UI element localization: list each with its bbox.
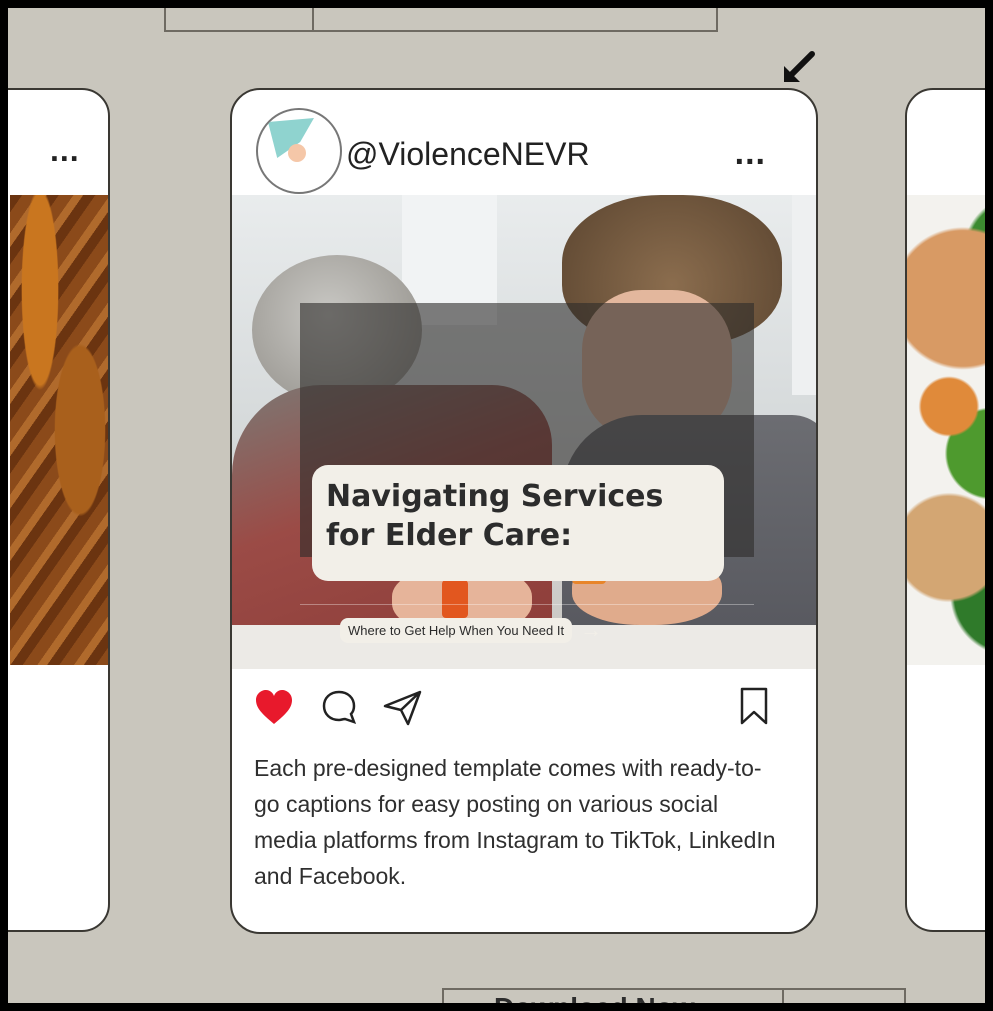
bookmark-icon[interactable]	[738, 686, 770, 726]
share-icon[interactable]	[382, 688, 424, 728]
carousel-frame: ... @ViolenceNEVR ... Navigating Service…	[8, 8, 985, 1003]
bread-image	[10, 195, 108, 665]
window	[792, 195, 816, 395]
more-dots-icon[interactable]: ...	[735, 134, 766, 173]
post-image: Navigating Services for Elder Care: Wher…	[232, 195, 816, 669]
post-actions	[232, 682, 816, 732]
tab-divider	[312, 8, 314, 30]
comment-icon[interactable]	[320, 688, 358, 726]
download-bar[interactable]: Download Now	[442, 988, 906, 1003]
vegetables-image	[907, 195, 985, 665]
username[interactable]: @ViolenceNEVR	[346, 136, 590, 173]
post-header: @ViolenceNEVR ...	[232, 90, 816, 195]
top-tab-bar[interactable]	[164, 8, 718, 32]
avatar[interactable]	[256, 108, 342, 194]
arrow-right-icon: →	[580, 617, 603, 642]
overlay-divider	[300, 604, 754, 605]
pointer-arrow-icon	[784, 51, 815, 82]
previous-post-card[interactable]: ...	[8, 88, 110, 932]
subheadline-row: Where to Get Help When You Need It →	[340, 613, 602, 647]
post-subheadline: Where to Get Help When You Need It	[340, 617, 573, 643]
more-dots-icon[interactable]: ...	[50, 132, 80, 169]
download-divider	[782, 990, 784, 1003]
heart-icon[interactable]	[254, 688, 294, 726]
next-post-card[interactable]	[905, 88, 985, 932]
post-card: @ViolenceNEVR ... Navigating Services fo…	[230, 88, 818, 934]
post-caption: Each pre-designed template comes with re…	[254, 755, 776, 889]
avatar-face	[288, 144, 306, 162]
post-headline: Navigating Services for Elder Care:	[312, 465, 724, 581]
download-button[interactable]: Download Now	[494, 992, 695, 1003]
